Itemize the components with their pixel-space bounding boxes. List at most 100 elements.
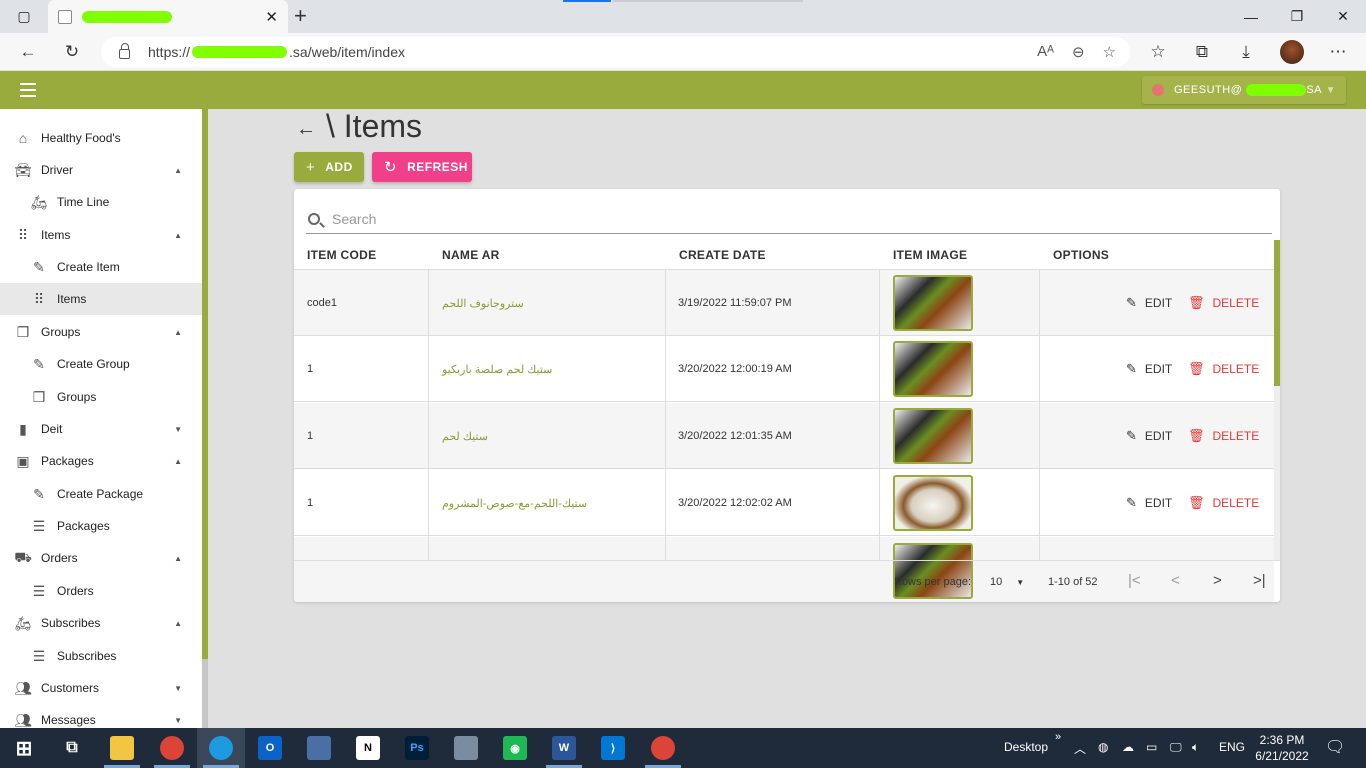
zoom-icon[interactable]: ⊖ (1072, 43, 1085, 61)
sidebar-item-subscribes-group[interactable]: 🛵︎ Subscribes ▲ (0, 607, 202, 639)
minimize-icon[interactable]: — (1228, 0, 1274, 33)
file-explorer-icon[interactable] (110, 736, 134, 760)
lock-icon[interactable] (119, 43, 130, 59)
sidebar-item-create-package[interactable]: ✎ Create Package (0, 478, 202, 510)
trash-icon: 🗑︎ (1188, 295, 1205, 310)
table-scrollbar[interactable] (1274, 240, 1280, 560)
column-header-item-image[interactable]: ITEM IMAGE (893, 248, 967, 262)
sidebar-item-groups[interactable]: ❐ Groups (0, 381, 202, 413)
add-button[interactable]: + ADD (294, 152, 364, 182)
first-page-icon[interactable]: |< (1128, 572, 1141, 589)
sidebar-item-timeline[interactable]: 🛵︎ Time Line (0, 186, 202, 218)
sidebar-item-home[interactable]: ⌂ Healthy Food's (0, 122, 202, 154)
more-icon[interactable]: ⋯ (1325, 39, 1351, 65)
add-favorite-icon[interactable]: ☆ (1103, 43, 1116, 61)
tray-overflow-icon[interactable]: ︿ (1074, 740, 1086, 757)
sidebar-item-driver[interactable]: 🚘︎ Driver ▲ (0, 154, 202, 186)
sidebar-item-packages[interactable]: ☰ Packages (0, 510, 202, 542)
notifications-icon[interactable]: 🗨︎ (1325, 737, 1345, 757)
close-icon[interactable]: ✕ (265, 8, 278, 26)
edit-button[interactable]: ✎ EDIT (1126, 336, 1172, 402)
network-tool-icon[interactable] (307, 736, 331, 760)
task-view-icon[interactable]: ⧉ (60, 736, 84, 760)
sidebar-item-packages-group[interactable]: ▣ Packages ▲ (0, 445, 202, 477)
sidebar-item-messages[interactable]: 👥︎ Messages ▼ (0, 704, 202, 728)
sidebar-item-create-group[interactable]: ✎ Create Group (0, 348, 202, 380)
close-window-icon[interactable]: ✕ (1320, 0, 1366, 33)
delete-button[interactable]: 🗑︎ DELETE (1188, 270, 1259, 336)
sidebar-item-customers[interactable]: 👥︎ Customers ▼ (0, 672, 202, 704)
hamburger-menu-icon[interactable] (20, 83, 36, 97)
item-image[interactable] (893, 408, 973, 464)
sidebar-item-label: Deit (41, 422, 63, 436)
search-input[interactable] (332, 211, 1232, 227)
table-scroll-thumb[interactable] (1274, 240, 1280, 386)
edit-button[interactable]: ✎ EDIT (1126, 270, 1172, 336)
windows-start-icon[interactable]: ⊞ (12, 736, 36, 760)
double-chevron-icon[interactable]: » (1055, 731, 1061, 743)
item-image[interactable] (893, 341, 973, 397)
new-tab-icon[interactable]: + (294, 3, 307, 29)
desktop-toolbar-label[interactable]: Desktop (1004, 740, 1048, 754)
profile-avatar[interactable] (1280, 40, 1304, 64)
sidebar-item-orders-group[interactable]: ⛟ Orders ▲ (0, 542, 202, 574)
read-aloud-icon[interactable]: A͏ᴬ (1037, 43, 1054, 61)
search-field[interactable] (306, 205, 1272, 234)
rows-per-page-select[interactable]: 10 ▼ (990, 576, 1024, 588)
back-icon[interactable]: ← (15, 39, 41, 65)
edit-button[interactable]: ✎ EDIT (1126, 470, 1172, 536)
downloads-icon[interactable]: ⤓ (1233, 39, 1259, 65)
chrome-profile-icon[interactable] (651, 736, 675, 760)
column-header-create-date[interactable]: CREATE DATE (679, 248, 766, 262)
address-bar[interactable]: https:// .sa/web/item/index A͏ᴬ ⊖ ☆ (101, 37, 1130, 67)
column-header-item-code[interactable]: ITEM CODE (307, 248, 376, 262)
photoshop-icon[interactable]: Ps (405, 736, 429, 760)
browser-tab[interactable]: ✕ (48, 0, 288, 33)
network-icon[interactable]: 🖵︎ (1170, 740, 1182, 755)
item-code-cell: code1 (307, 297, 337, 309)
volume-icon[interactable]: 🔈︎ (1192, 740, 1199, 755)
eye-app-icon[interactable]: ◉ (503, 736, 527, 760)
sidebar-item-items-group[interactable]: ⠿ Items ▲ (0, 219, 202, 251)
prev-page-icon[interactable]: < (1171, 572, 1180, 589)
cloud-error-icon[interactable]: ☁ (1122, 740, 1134, 754)
reload-icon[interactable]: ↻ (59, 39, 85, 65)
language-indicator[interactable]: ENG (1219, 740, 1245, 754)
favorites-icon[interactable]: ☆ (1145, 39, 1171, 65)
sidebar-item-orders[interactable]: ☰ Orders (0, 575, 202, 607)
user-menu-button[interactable]: GEESUTH@ SA ▼ (1142, 76, 1346, 104)
item-image[interactable] (893, 275, 973, 331)
sidebar-item-create-item[interactable]: ✎ Create Item (0, 251, 202, 283)
sidebar-scroll-thumb[interactable] (202, 659, 208, 728)
chevron-down-icon: ▼ (1016, 578, 1025, 587)
chrome-icon[interactable] (160, 736, 184, 760)
sidebar-item-groups-group[interactable]: ❐ Groups ▲ (0, 316, 202, 348)
tab-actions-icon[interactable]: ▢ (0, 0, 48, 33)
collections-icon[interactable]: ⧉ (1189, 39, 1215, 65)
sidebar-item-subscribes[interactable]: ☰ Subscribes (0, 640, 202, 672)
word-icon[interactable]: W (552, 736, 576, 760)
delete-button[interactable]: 🗑︎ DELETE (1188, 403, 1259, 469)
edge-icon[interactable] (209, 736, 233, 760)
back-arrow-icon[interactable]: ← (296, 118, 316, 141)
save-disk-icon[interactable] (454, 736, 478, 760)
notion-icon[interactable]: N (356, 736, 380, 760)
refresh-button[interactable]: ↻ REFRESH (372, 152, 472, 182)
taskbar-clock[interactable]: 2:36 PM 6/21/2022 (1252, 732, 1312, 764)
vscode-icon[interactable]: ⟩ (601, 736, 625, 760)
pencil-icon: ✎ (33, 258, 45, 275)
column-header-name-ar[interactable]: NAME AR (442, 248, 500, 262)
item-image[interactable] (893, 475, 973, 531)
last-page-icon[interactable]: >| (1253, 572, 1266, 589)
sidebar-item-deit[interactable]: ▮ Deit ▼ (0, 413, 202, 445)
maximize-icon[interactable]: ❐ (1274, 0, 1320, 33)
edit-button[interactable]: ✎ EDIT (1126, 403, 1172, 469)
delete-button[interactable]: 🗑︎ DELETE (1188, 336, 1259, 402)
chrome-tray-icon[interactable]: ◍ (1098, 740, 1108, 754)
sidebar-scrollbar[interactable] (202, 109, 208, 728)
outlook-icon[interactable]: O (258, 736, 282, 760)
next-page-icon[interactable]: > (1213, 572, 1222, 589)
meet-now-icon[interactable]: ▭ (1146, 740, 1157, 754)
delete-button[interactable]: 🗑︎ DELETE (1188, 470, 1259, 536)
sidebar-item-items[interactable]: ⠿ Items (0, 283, 202, 315)
